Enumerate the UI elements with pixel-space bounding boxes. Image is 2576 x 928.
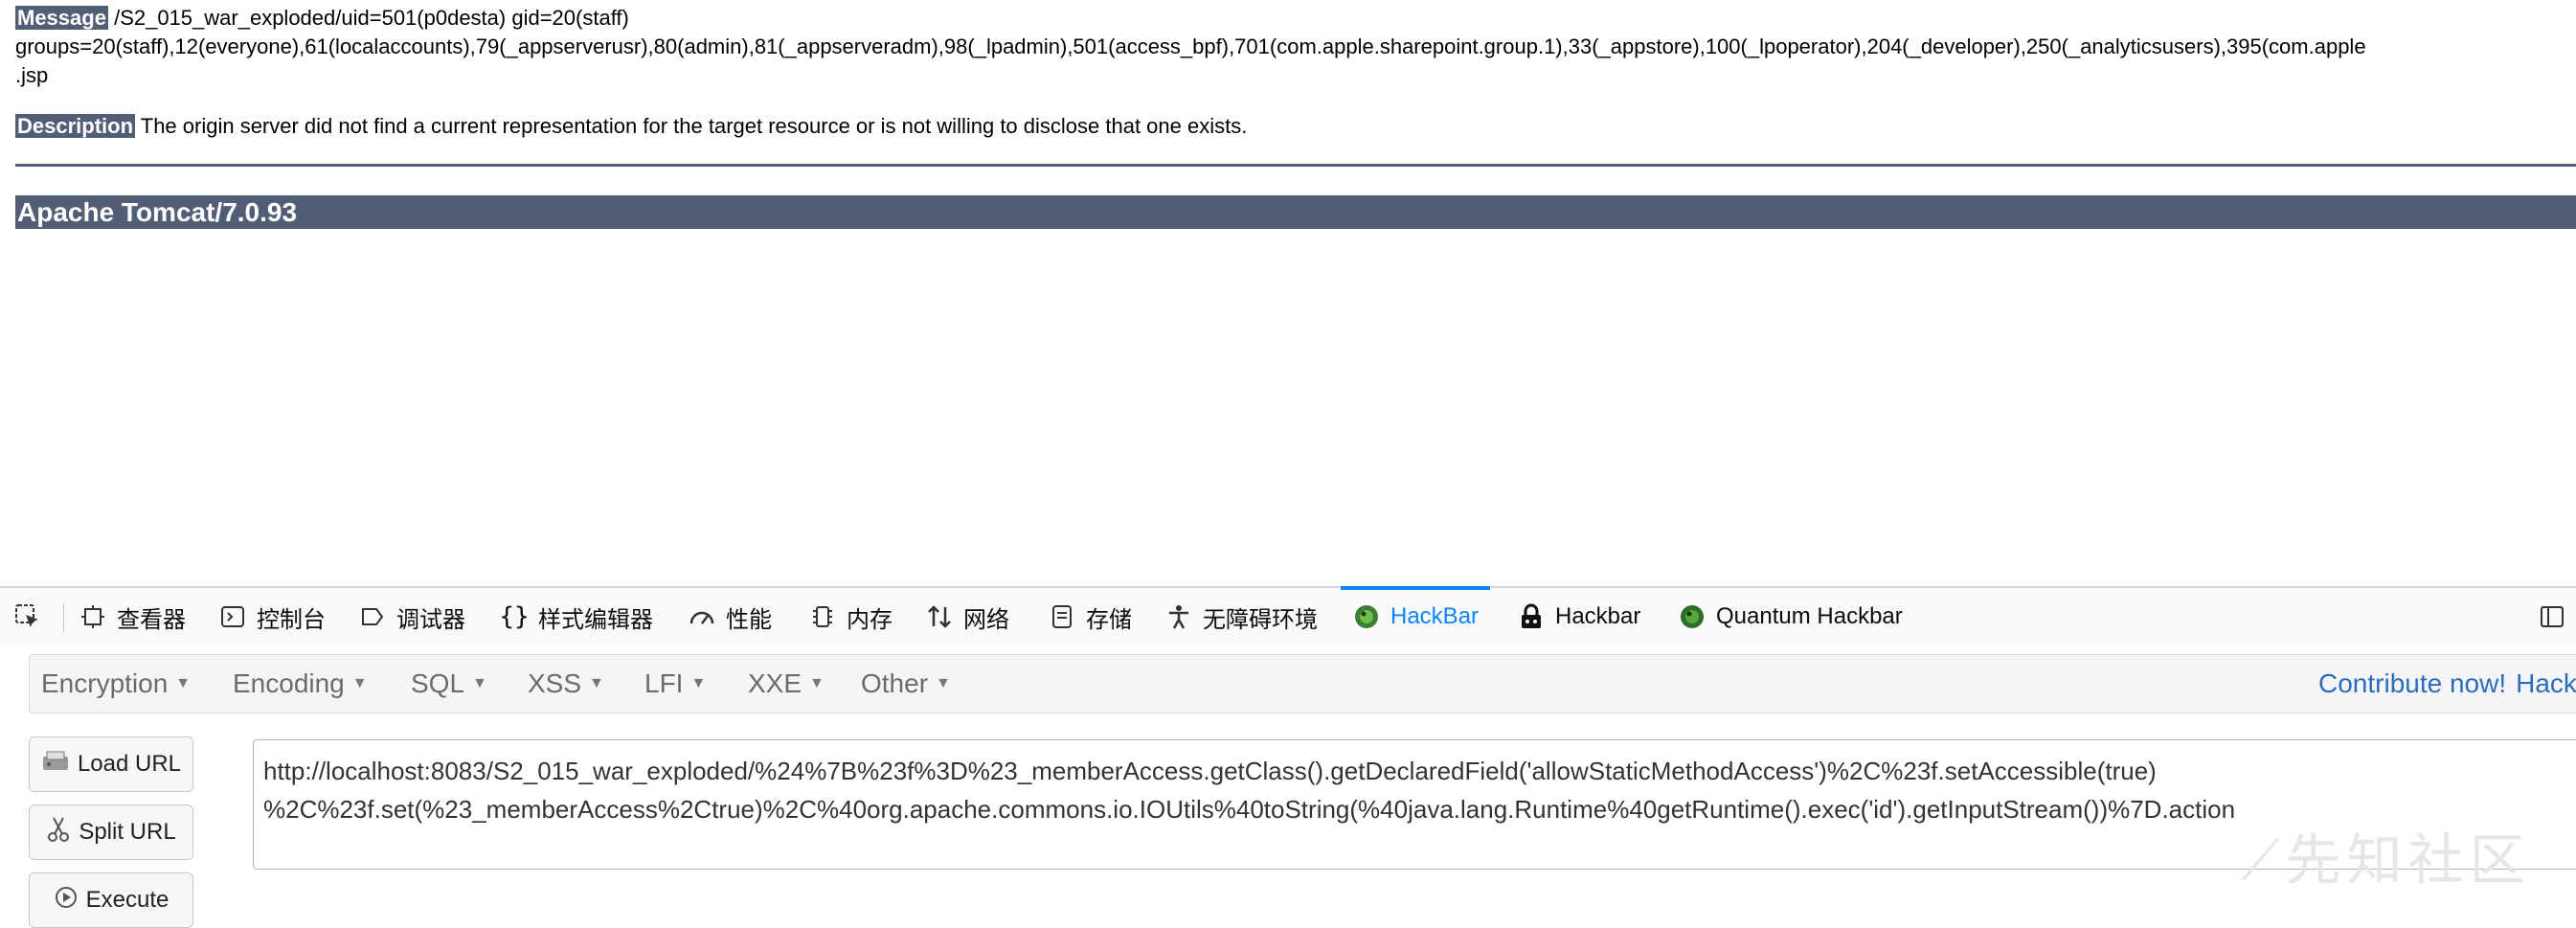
menu-other[interactable]: Other ▼ [861, 655, 951, 713]
split-url-button[interactable]: Split URL [29, 804, 193, 860]
button-label: Split URL [79, 819, 176, 845]
accessibility-icon [1164, 602, 1193, 631]
tab-label: Quantum Hackbar [1716, 603, 1903, 629]
tab-network[interactable]: 网络 [925, 588, 1009, 645]
error-page: Message /S2_015_war_exploded/uid=501(p0d… [0, 0, 2576, 586]
style-editor-icon: {} [499, 602, 530, 631]
url-text-line: %2C%23f.set(%23_memberAccess%2Ctrue)%2C%… [263, 795, 2236, 824]
load-url-button[interactable]: Load URL [29, 736, 193, 792]
button-label: Load URL [77, 751, 182, 777]
tab-label: 调试器 [396, 606, 465, 633]
tab-label: 查看器 [117, 606, 186, 633]
storage-icon [1048, 602, 1076, 631]
caret-down-icon: ▼ [809, 675, 825, 691]
menu-label: XSS [528, 668, 582, 698]
element-picker-icon [13, 602, 42, 631]
memory-icon [808, 602, 837, 631]
tab-label: 控制台 [257, 606, 326, 633]
hackbar-panel: Encryption ▼ Encoding ▼ SQL ▼ XSS ▼ LFI ▼ XXE… [0, 645, 2576, 928]
toolbar-separator [63, 603, 64, 632]
tab-label: 样式编辑器 [538, 606, 653, 633]
url-text-line: http://localhost:8083/S2_015_war_explode… [263, 757, 2157, 785]
divider [15, 164, 2576, 167]
tab-label: 无障碍环境 [1203, 606, 1318, 633]
menu-label: Encoding [233, 668, 345, 698]
menu-label: Other [861, 668, 929, 698]
caret-down-icon: ▼ [690, 675, 707, 691]
tab-inspector[interactable]: 查看器 [79, 588, 186, 645]
tab-style-editor[interactable]: {} 样式编辑器 [499, 588, 653, 645]
network-icon [925, 602, 954, 631]
menu-xxe[interactable]: XXE ▼ [748, 655, 825, 713]
watermark: ⟋先知社区 [2241, 815, 2531, 895]
menu-lfi[interactable]: LFI ▼ [644, 655, 706, 713]
message-suffix: .jsp [15, 63, 49, 87]
hackbar-brand: Hack [2516, 668, 2576, 698]
performance-icon [688, 602, 716, 631]
menu-encryption[interactable]: Encryption ▼ [41, 655, 191, 713]
url-textarea[interactable]: http://localhost:8083/S2_015_war_explode… [253, 739, 2576, 870]
quantum-hackbar-icon [1678, 602, 1706, 631]
execute-icon [54, 885, 79, 917]
message-line: Message /S2_015_war_exploded/uid=501(p0d… [15, 5, 629, 32]
dock-side-icon [2538, 602, 2566, 631]
tab-memory[interactable]: 内存 [808, 588, 893, 645]
description-line: Description The origin server did not fi… [15, 113, 1247, 140]
caret-down-icon: ▼ [472, 675, 487, 691]
tab-label: Hackbar [1555, 603, 1641, 629]
dock-toggle-button[interactable] [2538, 588, 2566, 645]
tab-performance[interactable]: 性能 [688, 588, 772, 645]
caret-down-icon: ▼ [175, 675, 192, 691]
watermark-text: 先知社区 [2285, 827, 2531, 893]
tab-debugger[interactable]: 调试器 [358, 588, 465, 645]
menu-sql[interactable]: SQL ▼ [411, 655, 487, 713]
server-banner-text: Apache Tomcat/7.0.93 [17, 197, 298, 227]
tab-label: 性能 [726, 606, 772, 633]
description-text: The origin server did not find a current… [140, 114, 1248, 138]
debugger-icon [358, 602, 387, 631]
tab-accessibility[interactable]: 无障碍环境 [1164, 588, 1318, 645]
message-groups: groups=20(staff),12(everyone),61(localac… [15, 34, 2366, 58]
load-url-icon [41, 749, 70, 781]
tab-label: 网络 [963, 606, 1009, 633]
hackbar-menubar: Encryption ▼ Encoding ▼ SQL ▼ XSS ▼ LFI ▼ XXE… [29, 654, 2576, 713]
description-label: Description [15, 114, 136, 138]
tab-hackbar-2[interactable]: Hackbar [1517, 588, 1640, 645]
caret-down-icon: ▼ [589, 675, 604, 691]
hackbar-icon [1352, 602, 1381, 631]
tab-label: 存储 [1086, 606, 1132, 633]
element-picker-button[interactable] [13, 588, 42, 645]
menu-label: LFI [644, 668, 684, 698]
message-text: /S2_015_war_exploded/uid=501(p0desta) gi… [114, 6, 629, 30]
tab-quantum-hackbar[interactable]: Quantum Hackbar [1678, 588, 1903, 645]
contribute-area: Contribute now! Hack [2318, 655, 2576, 713]
menu-encoding[interactable]: Encoding ▼ [233, 655, 368, 713]
hackbar-lock-icon [1517, 602, 1546, 631]
tab-storage[interactable]: 存储 [1048, 588, 1132, 645]
execute-button[interactable]: Execute [29, 872, 193, 928]
menu-label: SQL [411, 668, 465, 698]
tab-console[interactable]: 控制台 [218, 588, 326, 645]
menu-label: Encryption [41, 668, 169, 698]
console-icon [218, 602, 247, 631]
scissors-icon [46, 815, 71, 850]
menu-xss[interactable]: XSS ▼ [528, 655, 604, 713]
devtools-toolbar: 查看器 控制台 调试器 {} 样式编辑器 性能 内存 网络 存储 无障碍环境 H… [0, 586, 2576, 646]
menu-label: XXE [748, 668, 802, 698]
tab-label: 内存 [847, 606, 893, 633]
server-banner: Apache Tomcat/7.0.93 [15, 195, 2576, 229]
tab-hackbar[interactable]: HackBar [1340, 586, 1491, 645]
message-label: Message [15, 6, 108, 30]
button-label: Execute [85, 887, 169, 913]
inspector-icon [79, 602, 107, 631]
watermark-logo-icon: ⟋ [2241, 827, 2286, 893]
tab-label: HackBar [1390, 603, 1480, 629]
caret-down-icon: ▼ [936, 675, 951, 691]
caret-down-icon: ▼ [351, 675, 368, 691]
contribute-link[interactable]: Contribute now! [2318, 668, 2506, 699]
